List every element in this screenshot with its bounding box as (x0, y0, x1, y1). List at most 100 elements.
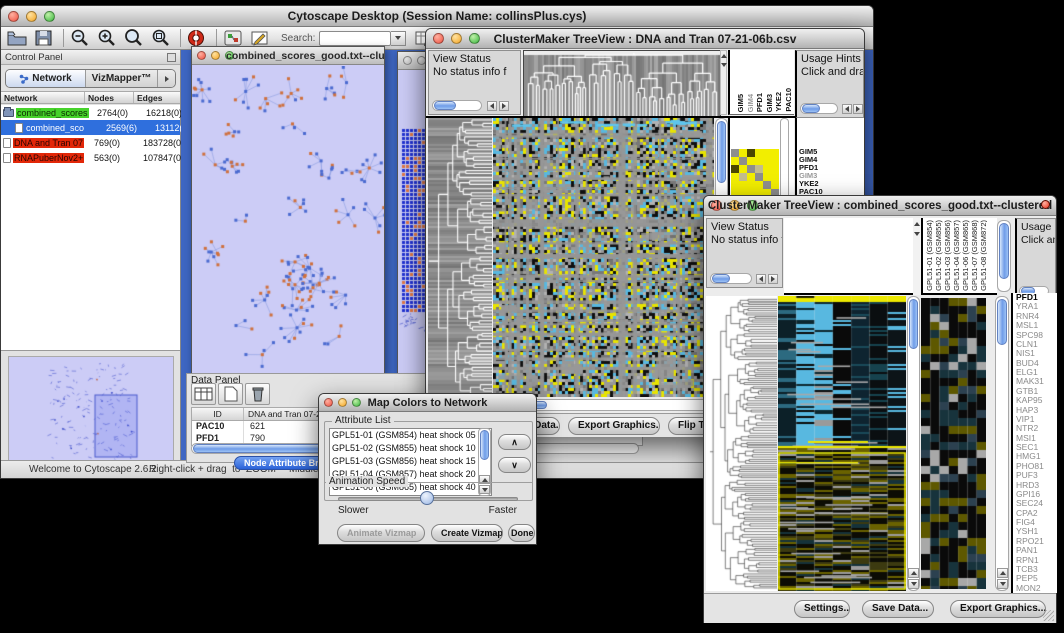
vizmap-icon[interactable] (222, 28, 244, 48)
row-dendrogram-canvas[interactable] (428, 118, 492, 397)
done-button[interactable]: Done (508, 524, 535, 542)
scrollbar-thumb[interactable] (802, 104, 820, 113)
scrollbar-thumb[interactable] (717, 121, 726, 183)
zoom-out-icon[interactable] (69, 28, 91, 48)
column-header-nodes[interactable]: Nodes (85, 92, 134, 103)
summary-heatmap-cell[interactable] (739, 173, 747, 181)
close-icon[interactable] (403, 56, 412, 65)
dialog-titlebar[interactable]: Map Colors to Network (319, 394, 536, 412)
scroll-up-icon[interactable] (908, 568, 919, 578)
scrollbar-thumb[interactable] (712, 274, 730, 283)
summary-heatmap-cell[interactable] (755, 181, 763, 189)
summary-heatmap-cell[interactable] (731, 157, 739, 165)
scrollbar-thumb[interactable] (434, 101, 456, 110)
summary-heatmap-cell[interactable] (731, 181, 739, 189)
summary-heatmap-cell[interactable] (763, 165, 771, 173)
column-dendrogram-canvas[interactable] (523, 50, 721, 117)
tv2-column-label[interactable]: GPL51-03 (GSM856) (943, 220, 952, 291)
summary-heatmap-cell[interactable] (731, 165, 739, 173)
scroll-down-icon[interactable] (997, 579, 1008, 589)
summary-heatmap-cell[interactable] (731, 149, 739, 157)
treeview2-titlebar[interactable]: ClusterMaker TreeView : combined_scores_… (704, 196, 1056, 216)
zoom-in-icon[interactable] (96, 28, 118, 48)
column-mini-scrollbar[interactable] (720, 50, 727, 115)
tv1-column-label[interactable]: GIM5 (736, 94, 745, 112)
usage-hscrollbar[interactable] (800, 103, 838, 114)
save-icon[interactable] (33, 28, 55, 48)
labels-vscroll[interactable] (997, 220, 1011, 292)
main-titlebar[interactable]: Cytoscape Desktop (Session Name: collins… (1, 6, 873, 27)
network-overview-canvas[interactable] (8, 356, 174, 466)
attribute-list-item[interactable]: GPL51-01 (GSM854) heat shock 05 min (330, 429, 491, 442)
tv1-column-label[interactable]: YKE2 (774, 92, 783, 112)
zoom-left-vscroll[interactable] (907, 296, 920, 591)
network-window-1-titlebar[interactable]: combined_scores_good.txt--cluste... (192, 47, 384, 65)
help-lifering-icon[interactable] (186, 28, 208, 48)
main-heatmap-canvas[interactable] (493, 118, 714, 397)
summary-heatmap-cell[interactable] (755, 149, 763, 157)
scroll-right-icon[interactable] (499, 101, 509, 111)
summary-heatmap-cell[interactable] (747, 165, 755, 173)
animate-vizmap-button[interactable]: Animate Vizmap (337, 524, 425, 542)
save-data-button[interactable]: Save Data... (862, 600, 934, 618)
tv2-column-label[interactable]: GPL51-07 (GSM868) (970, 220, 979, 291)
view-status-hscrollbar[interactable] (432, 100, 482, 111)
summary-heatmap-cell[interactable] (763, 149, 771, 157)
speed-slider-thumb[interactable] (420, 491, 434, 505)
column-header-id[interactable]: ID (192, 408, 244, 420)
scroll-right-icon[interactable] (853, 104, 863, 114)
summary-heatmap-cell[interactable] (771, 149, 779, 157)
zoom-fit-icon[interactable] (123, 28, 145, 48)
attribute-table-icon[interactable] (191, 383, 216, 405)
summary-heatmap-cell[interactable] (747, 173, 755, 181)
network-list-row[interactable]: combined_sco2569(6)13112(15) (1, 120, 180, 135)
summary-heatmap-cell[interactable] (747, 149, 755, 157)
scrollbar-thumb[interactable] (999, 223, 1009, 279)
network-canvas[interactable] (192, 66, 384, 373)
summary-heatmap-cell[interactable] (763, 173, 771, 181)
scroll-up-icon[interactable] (997, 568, 1008, 578)
zoom-right-vscroll[interactable] (995, 296, 1009, 591)
network-list-row[interactable]: DNA and Tran 07769(0)183728(0) (1, 135, 180, 150)
summary-heatmap-cell[interactable] (755, 165, 763, 173)
tv1-column-label[interactable]: GIM4 (746, 94, 755, 112)
summary-heatmap-cell[interactable] (739, 149, 747, 157)
tv1-column-label[interactable]: PAC10 (784, 88, 793, 112)
zoomed-heatmap-canvas[interactable] (921, 298, 986, 589)
scrollbar-thumb[interactable] (909, 299, 918, 349)
background-window-close-icon[interactable] (1041, 200, 1050, 209)
tv2-column-label[interactable]: GPL51-06 (GSM865) (961, 220, 970, 291)
summary-heatmap-cell[interactable] (739, 165, 747, 173)
tv2-column-label[interactable]: GPL51-01 (GSM854) (925, 220, 934, 291)
tv2-column-label[interactable]: GPL51-02 (GSM855) (934, 220, 943, 291)
tv1-column-label[interactable]: PFD1 (755, 93, 764, 112)
scroll-left-icon[interactable] (842, 104, 852, 114)
summary-heatmap-cell[interactable] (747, 157, 755, 165)
scroll-left-icon[interactable] (756, 274, 766, 284)
summary-heatmap-cell[interactable] (771, 181, 779, 189)
settings-button[interactable]: Settings... (794, 600, 850, 618)
float-panel-icon[interactable] (167, 53, 176, 62)
export-graphics-button[interactable]: Export Graphics... (950, 600, 1046, 618)
summary-heatmap-cell[interactable] (739, 181, 747, 189)
summary-heatmap-cell[interactable] (763, 181, 771, 189)
delete-attribute-icon[interactable] (245, 383, 270, 405)
scroll-down-icon[interactable] (908, 579, 919, 589)
search-dropdown-icon[interactable] (391, 31, 406, 46)
scrollbar-thumb[interactable] (997, 299, 1007, 345)
column-mini-scrollbar[interactable] (913, 218, 921, 295)
scroll-right-icon[interactable] (768, 274, 778, 284)
summary-heatmap-cell[interactable] (731, 173, 739, 181)
zoom-selected-icon[interactable] (150, 28, 172, 48)
scroll-left-icon[interactable] (487, 101, 497, 111)
column-dendrogram-area[interactable] (784, 218, 913, 295)
summary-heatmap-cell[interactable] (771, 173, 779, 181)
view-status-hscrollbar[interactable] (710, 273, 752, 284)
search-input[interactable] (319, 31, 391, 46)
tv1-column-label[interactable]: GIM3 (765, 94, 774, 112)
summary-heatmap-cell[interactable] (755, 157, 763, 165)
summary-heatmap-cell[interactable] (771, 157, 779, 165)
column-header-edges[interactable]: Edges (134, 92, 180, 103)
column-header-network[interactable]: Network (1, 92, 85, 103)
summary-heatmap-cell[interactable] (747, 181, 755, 189)
